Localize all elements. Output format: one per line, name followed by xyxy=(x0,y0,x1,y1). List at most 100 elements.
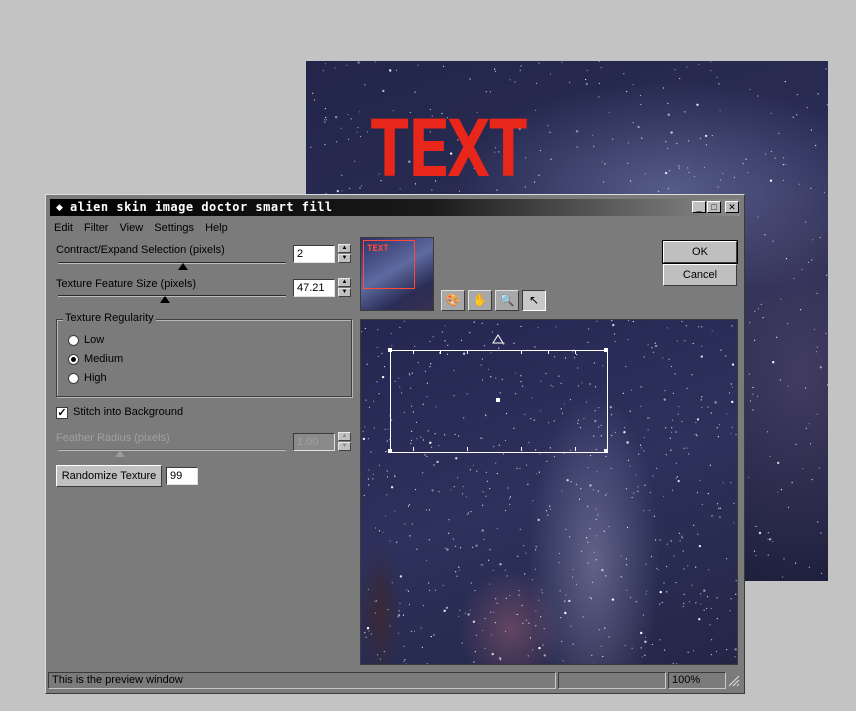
star xyxy=(626,564,628,566)
star xyxy=(717,186,719,188)
star xyxy=(700,355,703,358)
star xyxy=(581,550,583,552)
star xyxy=(698,618,701,621)
star xyxy=(810,187,812,189)
arrow-pointer-icon[interactable]: ↖ xyxy=(522,290,546,311)
radio-low-label[interactable]: Low xyxy=(84,334,104,346)
selection-handle-ne[interactable] xyxy=(604,348,608,352)
star xyxy=(346,64,348,66)
contract-expand-slider-track[interactable] xyxy=(58,262,286,264)
star xyxy=(710,412,712,414)
star xyxy=(627,339,629,341)
star xyxy=(662,357,664,359)
star xyxy=(678,532,680,534)
contract-expand-input[interactable]: 2 xyxy=(293,245,335,263)
star xyxy=(609,406,612,409)
star xyxy=(735,580,737,582)
star xyxy=(558,552,561,555)
star xyxy=(729,610,731,612)
star xyxy=(354,160,356,162)
star xyxy=(424,454,426,456)
star xyxy=(792,116,794,118)
star xyxy=(436,460,439,464)
contract-expand-spinner[interactable]: ▲ ▼ xyxy=(338,244,351,264)
cancel-button[interactable]: Cancel xyxy=(663,264,737,286)
radio-low[interactable] xyxy=(68,335,79,346)
texture-size-slider-thumb[interactable] xyxy=(160,296,171,303)
maximize-button[interactable]: □ xyxy=(707,201,721,213)
star xyxy=(357,61,360,64)
selection-center-handle[interactable] xyxy=(496,398,500,402)
star xyxy=(561,61,563,63)
star xyxy=(817,93,819,95)
radio-high-label[interactable]: High xyxy=(84,372,107,384)
texture-size-slider-track[interactable] xyxy=(58,295,286,297)
radio-high[interactable] xyxy=(68,373,79,384)
star xyxy=(442,584,444,587)
star xyxy=(802,468,804,470)
texture-size-spinner[interactable]: ▲ ▼ xyxy=(338,278,351,298)
resize-grip-icon[interactable] xyxy=(728,675,740,687)
navigator-thumbnail[interactable]: TEXT xyxy=(360,237,434,311)
star xyxy=(686,66,688,68)
star xyxy=(825,68,827,70)
star xyxy=(361,331,363,333)
star xyxy=(587,505,589,507)
preview-pane[interactable] xyxy=(360,319,738,665)
hand-icon[interactable]: ✋ xyxy=(468,290,492,311)
star xyxy=(455,545,457,547)
star xyxy=(691,374,693,376)
texture-size-input[interactable]: 47.21 xyxy=(293,279,335,297)
spin-up-icon[interactable]: ▲ xyxy=(338,278,351,287)
menu-settings[interactable]: Settings xyxy=(150,219,198,237)
close-button[interactable]: ✕ xyxy=(725,201,739,213)
star xyxy=(485,495,487,497)
menu-filter[interactable]: Filter xyxy=(80,219,112,237)
star xyxy=(681,535,683,537)
rotate-handle-icon[interactable] xyxy=(492,334,504,344)
star xyxy=(452,538,454,540)
star xyxy=(614,340,616,343)
radio-medium-label[interactable]: Medium xyxy=(84,353,123,365)
palette-tool-icon[interactable]: 🎨 xyxy=(441,290,465,311)
star xyxy=(627,459,629,461)
stitch-checkbox[interactable]: ✓ xyxy=(56,407,68,419)
zoom-icon[interactable]: 🔍 xyxy=(495,290,519,311)
star xyxy=(595,518,597,521)
star xyxy=(733,176,735,179)
contract-expand-slider-thumb[interactable] xyxy=(178,263,189,270)
menu-edit[interactable]: Edit xyxy=(50,219,77,237)
star xyxy=(755,525,757,527)
star xyxy=(699,137,702,139)
star xyxy=(532,500,534,502)
star xyxy=(550,508,552,510)
spin-up-icon[interactable]: ▲ xyxy=(338,244,351,253)
title-bar[interactable]: ◆ alien skin image doctor smart fill _ □… xyxy=(50,199,740,216)
star xyxy=(474,589,476,592)
menu-help[interactable]: Help xyxy=(201,219,232,237)
random-seed-input[interactable]: 99 xyxy=(166,467,198,485)
randomize-texture-button[interactable]: Randomize Texture xyxy=(56,465,162,487)
star xyxy=(693,176,695,178)
star xyxy=(422,604,424,607)
star xyxy=(562,660,564,662)
star xyxy=(499,563,502,566)
star xyxy=(760,303,762,305)
selection-handle-se[interactable] xyxy=(604,449,608,453)
selection-handle-nw[interactable] xyxy=(388,348,392,352)
star xyxy=(735,593,737,595)
star xyxy=(359,187,361,189)
star xyxy=(730,598,732,600)
minimize-button[interactable]: _ xyxy=(692,201,706,213)
spin-down-icon[interactable]: ▼ xyxy=(338,254,351,263)
star xyxy=(453,486,455,488)
ok-button[interactable]: OK xyxy=(662,240,738,264)
stitch-label[interactable]: Stitch into Background xyxy=(73,406,183,418)
spin-down-icon[interactable]: ▼ xyxy=(338,288,351,297)
star xyxy=(506,575,508,577)
star xyxy=(593,145,595,147)
star xyxy=(679,540,681,542)
selection-handle-sw[interactable] xyxy=(388,449,392,453)
radio-medium[interactable] xyxy=(68,354,79,365)
menu-view[interactable]: View xyxy=(116,219,148,237)
